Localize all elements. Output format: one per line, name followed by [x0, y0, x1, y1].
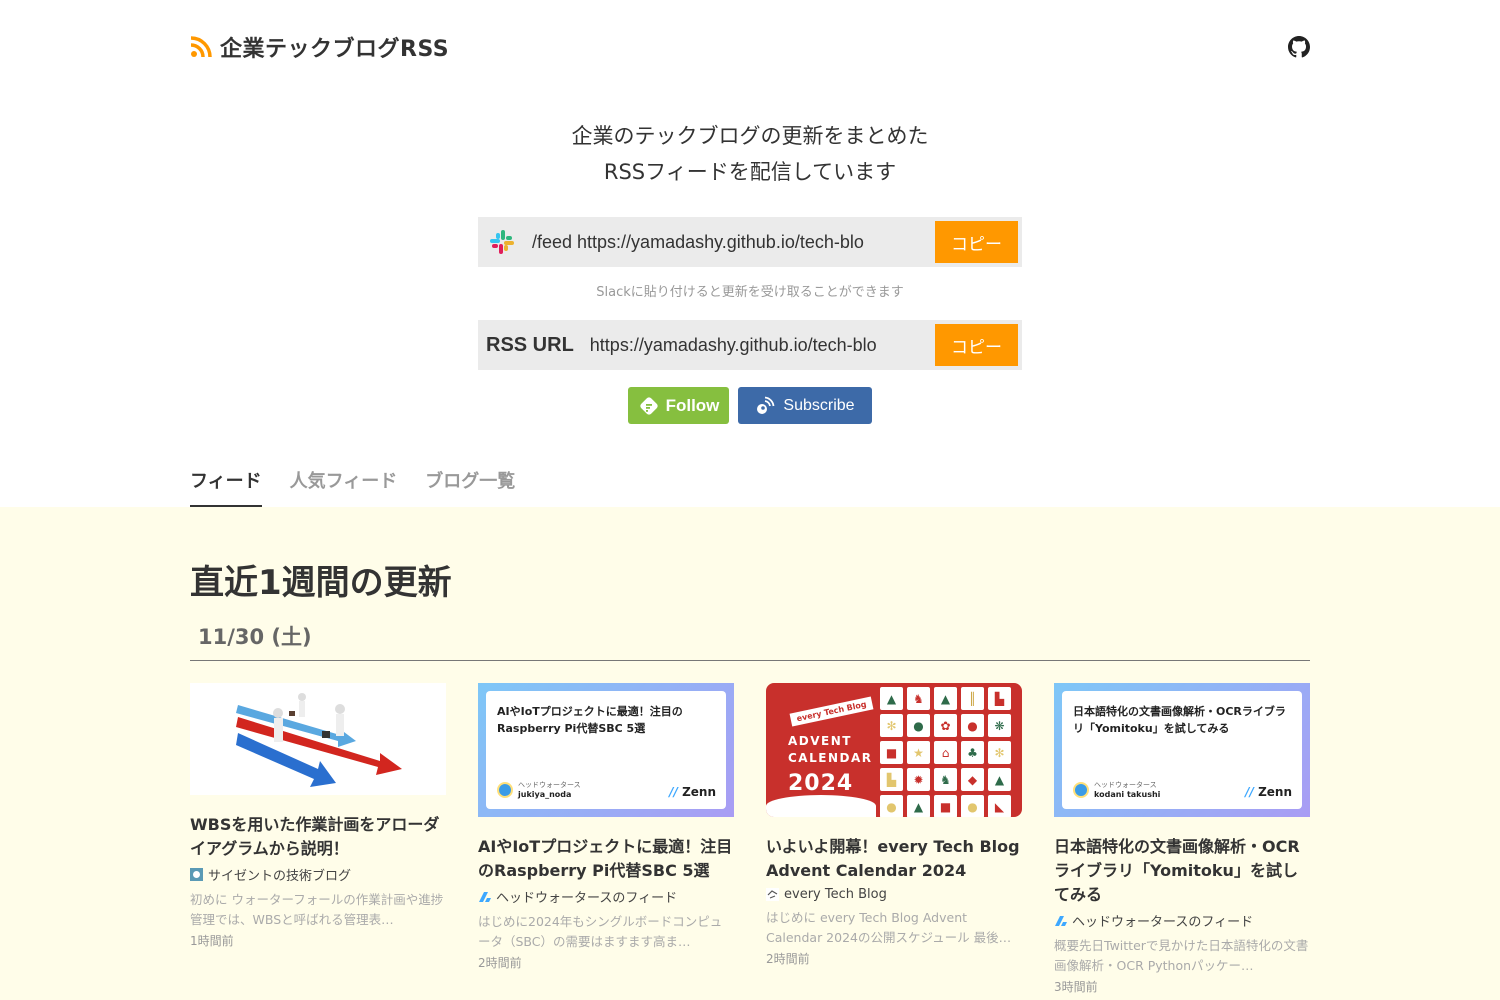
article-time: 2時間前	[766, 952, 810, 966]
zenn-logo: // Zenn	[669, 785, 716, 799]
slack-feed-field: /feed https://yamadashy.github.io/tech-b…	[478, 217, 1022, 267]
feed-title: 直近1週間の更新	[190, 563, 452, 603]
arrows-illustration	[236, 693, 402, 787]
slack-command-value[interactable]: /feed https://yamadashy.github.io/tech-b…	[532, 232, 919, 253]
article-time: 2時間前	[478, 956, 522, 970]
article-thumbnail: AIやIoTプロジェクトに最適！注目のRaspberry Pi代替SBC 5選 …	[478, 683, 734, 817]
article-thumbnail: 日本語特化の文書画像解析・OCRライブラリ「Yomitoku」を試してみる ヘッ…	[1054, 683, 1310, 817]
article-description: 概要先日Twitterで見かけた日本語特化の文書画像解析・OCR Pythonパ…	[1054, 938, 1309, 973]
source-name: ヘッドウォータースのフィード	[1072, 915, 1254, 930]
thumbnail-flag: every Tech Blog	[789, 696, 874, 727]
article-thumbnail	[190, 683, 446, 795]
blog-favicon-icon	[190, 868, 203, 881]
thumbnail-year: 2024	[788, 771, 854, 796]
inoreader-subscribe-button[interactable]: Subscribe	[738, 387, 872, 424]
article-source[interactable]: ヘッドウォータースのフィード	[478, 887, 734, 906]
article-title[interactable]: 日本語特化の文書画像解析・OCRライブラリ「Yomitoku」を試してみる	[1054, 835, 1310, 907]
tagline-line-1: 企業のテックブログの更新をまとめた	[571, 124, 929, 148]
article-description: はじめに2024年もシングルボードコンピュータ（SBC）の需要はますます高ま…	[478, 914, 723, 949]
site-title: 企業テックブログRSS	[220, 37, 450, 62]
source-name: every Tech Blog	[784, 887, 887, 902]
article-card[interactable]: WBSを用いた作業計画をアローダイアグラムから説明！ サイゼントの技術ブログ 初…	[190, 683, 446, 995]
tab-popular-feed[interactable]: 人気フィード	[290, 467, 398, 508]
article-source[interactable]: サイゼントの技術ブログ	[190, 865, 446, 884]
article-time: 3時間前	[1054, 980, 1098, 994]
feed-section: 直近1週間の更新 11/30 (土) WBSを用いた作業計画をアローダイアグラム…	[0, 507, 1500, 1000]
feedly-icon	[639, 396, 658, 415]
thumbnail-line-2: CALENDAR	[788, 751, 873, 765]
follow-label: Follow	[665, 395, 720, 415]
slack-icon	[490, 230, 514, 254]
article-description: はじめに every Tech Blog Advent Calendar 202…	[766, 910, 1012, 945]
article-title[interactable]: いよいよ開幕！every Tech Blog Advent Calendar 2…	[766, 835, 1022, 883]
thumbnail-org: ヘッドウォータース	[518, 781, 581, 789]
tab-feed[interactable]: フィード	[190, 467, 262, 508]
calendar-grid: ▲ ♞ ▲ ║ ▙ ✻ ● ✿ ● ❋ ■ ★ ⌂ ♣ ✻ ▙ ✹ ♞ ◆ ▲ ● ▲ ■ ● ◣	[880, 687, 1011, 817]
subscribe-label: Subscribe	[783, 396, 855, 414]
article-card[interactable]: every Tech Blog ADVENT CALENDAR 2024 ▲ ♞ ▲…	[766, 683, 1022, 995]
site-header: 企業テックブログRSS	[190, 30, 1310, 64]
article-card[interactable]: 日本語特化の文書画像解析・OCRライブラリ「Yomitoku」を試してみる ヘッ…	[1054, 683, 1310, 995]
author-avatar	[1073, 781, 1089, 798]
thumbnail-title: AIやIoTプロジェクトに最適！注目のRaspberry Pi代替SBC 5選	[497, 705, 683, 735]
brand-link[interactable]: 企業テックブログRSS	[190, 31, 449, 63]
article-card[interactable]: AIやIoTプロジェクトに最適！注目のRaspberry Pi代替SBC 5選 …	[478, 683, 734, 995]
slack-hint: Slackに貼り付けると更新を受け取ることができます	[596, 285, 904, 300]
copy-slack-button[interactable]: コピー	[935, 221, 1018, 263]
article-time: 1時間前	[190, 934, 234, 948]
source-name: ヘッドウォータースのフィード	[496, 891, 678, 906]
thumbnail-title: 日本語特化の文書画像解析・OCRライブラリ「Yomitoku」を試してみる	[1073, 705, 1286, 735]
zenn-favicon-icon	[1055, 916, 1067, 926]
article-title[interactable]: AIやIoTプロジェクトに最適！注目のRaspberry Pi代替SBC 5選	[478, 835, 734, 883]
snow-decoration	[766, 795, 876, 817]
rss-url-value[interactable]: https://yamadashy.github.io/tech-blo	[590, 335, 919, 356]
inoreader-icon	[757, 396, 775, 414]
feedly-follow-button[interactable]: Follow	[628, 387, 729, 424]
rss-url-label: RSS URL	[486, 333, 574, 356]
article-source[interactable]: ヘッドウォータースのフィード	[1054, 911, 1310, 930]
thumbnail-author: jukiya_noda	[518, 790, 572, 799]
top-section: 企業テックブログRSS 企業のテックブログの更新をまとめた RSSフィードを配信…	[0, 0, 1500, 508]
rss-url-field: RSS URL https://yamadashy.github.io/tech…	[478, 320, 1022, 370]
social-buttons: Follow Subscribe	[0, 387, 1500, 424]
every-favicon-icon	[766, 888, 779, 901]
article-title[interactable]: WBSを用いた作業計画をアローダイアグラムから説明！	[190, 813, 446, 861]
tagline-line-2: RSSフィードを配信しています	[603, 160, 897, 184]
tagline: 企業のテックブログの更新をまとめた RSSフィードを配信しています	[0, 118, 1500, 190]
zenn-favicon-icon	[479, 892, 491, 902]
tab-blog-list[interactable]: ブログ一覧	[425, 467, 515, 508]
article-list: WBSを用いた作業計画をアローダイアグラムから説明！ サイゼントの技術ブログ 初…	[190, 683, 1310, 995]
author-avatar	[497, 781, 513, 798]
thumbnail-line-1: ADVENT	[788, 734, 852, 748]
zenn-logo: // Zenn	[1245, 785, 1292, 799]
copy-rss-button[interactable]: コピー	[935, 324, 1018, 366]
source-name: サイゼントの技術ブログ	[208, 869, 352, 884]
date-heading: 11/30 (土)	[190, 621, 1310, 661]
github-icon[interactable]	[1288, 36, 1310, 58]
thumbnail-org: ヘッドウォータース	[1094, 781, 1157, 789]
article-thumbnail: every Tech Blog ADVENT CALENDAR 2024 ▲ ♞ ▲…	[766, 683, 1022, 817]
article-description: 初めに ウォーターフォールの作業計画や進捗管理では、WBSと呼ばれる管理表…	[190, 892, 444, 927]
thumbnail-author: kodani takushi	[1094, 790, 1161, 799]
article-source[interactable]: every Tech Blog	[766, 887, 1022, 902]
rss-icon	[190, 36, 212, 58]
tab-bar: フィード 人気フィード ブログ一覧	[190, 467, 515, 508]
